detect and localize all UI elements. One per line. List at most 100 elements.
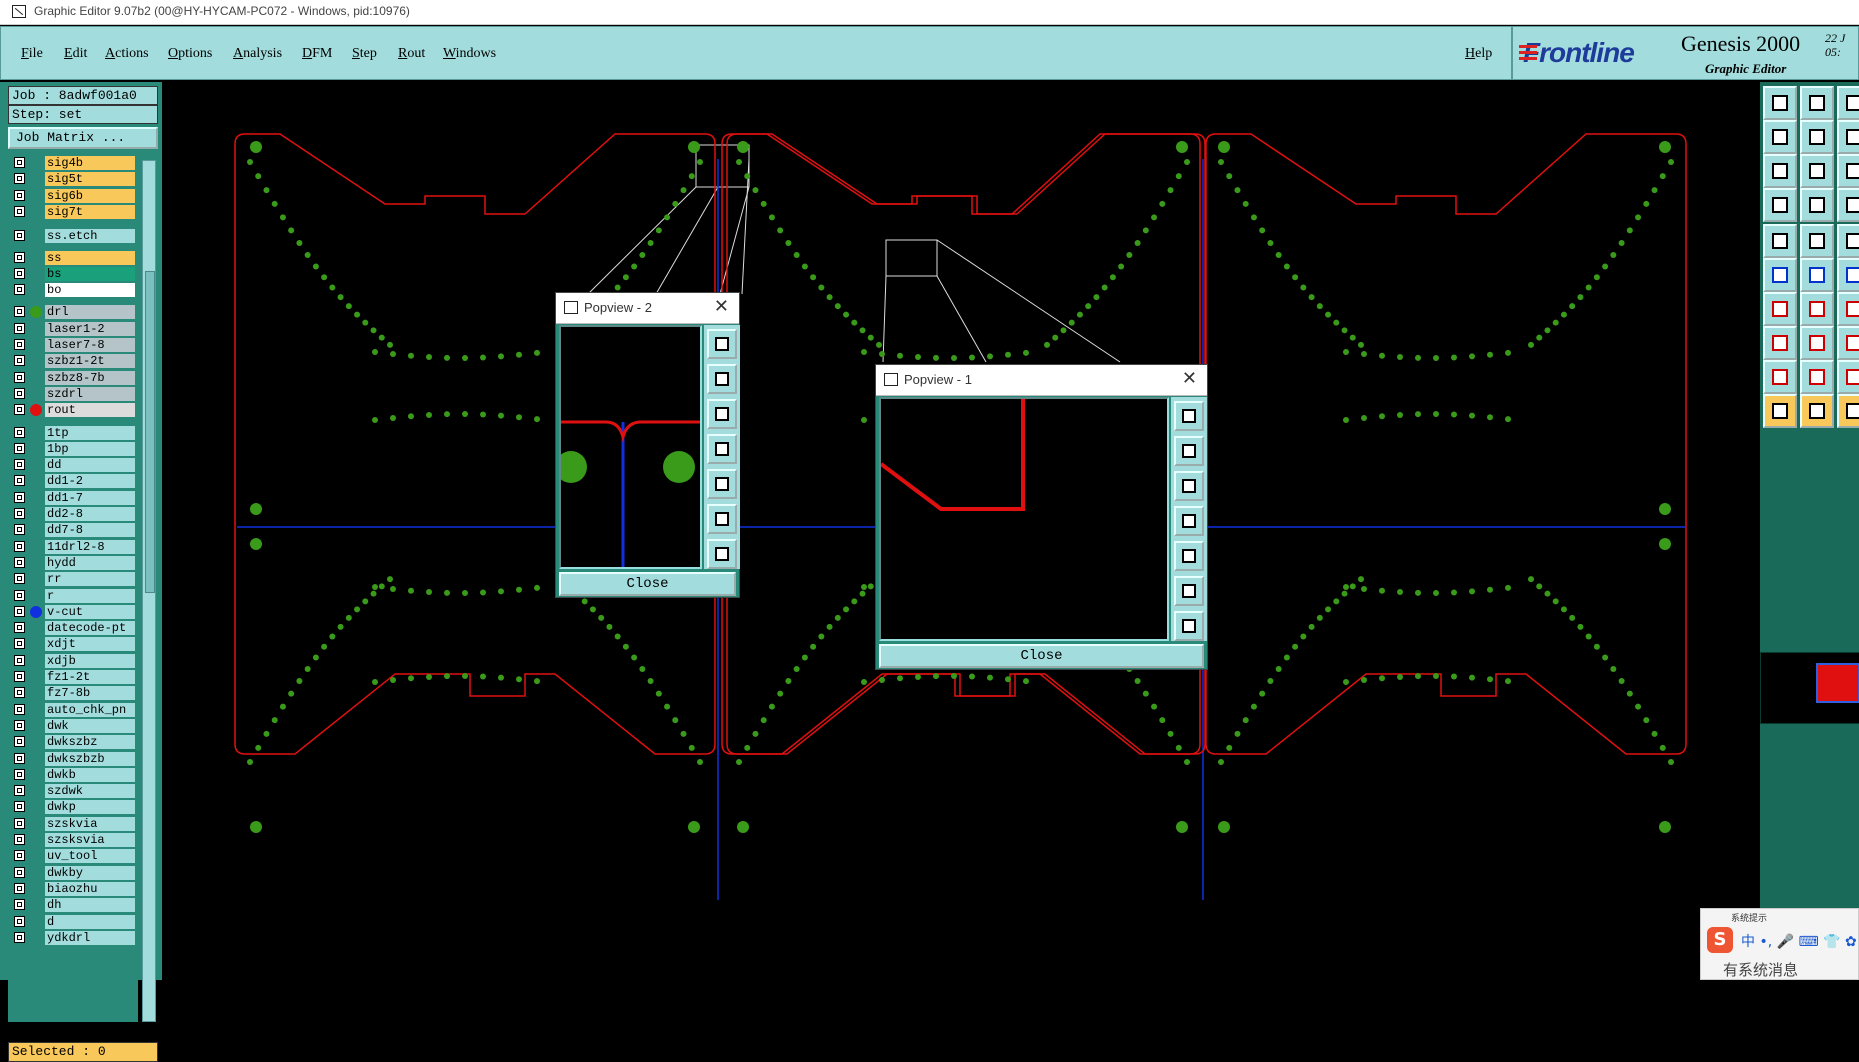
layer-row[interactable]: dwkb	[8, 767, 138, 782]
layer-checkbox[interactable]	[14, 355, 25, 367]
layer-checkbox[interactable]	[14, 866, 25, 878]
layer-checkbox[interactable]	[14, 491, 25, 503]
layer-checkbox[interactable]	[14, 638, 25, 650]
layer-name[interactable]: dwkby	[45, 865, 135, 880]
layer-row[interactable]: dwk	[8, 718, 138, 733]
layer-name[interactable]: 1bp	[45, 441, 135, 456]
layer-checkbox[interactable]	[14, 267, 25, 279]
popview-2-close-button[interactable]: Close	[559, 572, 736, 596]
layer-name[interactable]: v-cut	[45, 604, 135, 619]
menu-dfm[interactable]: DFM	[302, 46, 332, 62]
layer-row[interactable]: 1tp	[8, 425, 138, 440]
layer-name[interactable]: dd7-8	[45, 523, 135, 538]
popview-2-titlebar[interactable]: Popview - 2 ✕	[556, 293, 739, 324]
layer-row[interactable]: ydkdrl	[8, 930, 138, 945]
layer-checkbox[interactable]	[14, 540, 25, 552]
layer-row[interactable]: dd7-8	[8, 523, 138, 538]
layer-checkbox[interactable]	[14, 768, 25, 780]
layer-checkbox[interactable]	[14, 475, 25, 487]
layer-row[interactable]: rout	[8, 403, 138, 418]
tool-button-icon[interactable]	[1763, 120, 1797, 154]
pv2-zoom-in-icon[interactable]	[707, 504, 737, 534]
layer-name[interactable]: r	[45, 588, 135, 603]
layer-row[interactable]: rr	[8, 572, 138, 587]
layer-name[interactable]: dd	[45, 458, 135, 473]
close-icon[interactable]: ✕	[714, 296, 729, 317]
layer-checkbox[interactable]	[14, 157, 25, 168]
tool-button-icon[interactable]	[1800, 360, 1834, 394]
menu-rout[interactable]: Rout	[398, 46, 425, 62]
layer-name[interactable]: szbz1-2t	[45, 354, 135, 369]
layer-row[interactable]: d	[8, 914, 138, 929]
system-notification[interactable]: 系统提示 S 中 •, 🎤 ⌨ 👕 ✿ 有系统消息	[1700, 908, 1859, 980]
layer-checkbox[interactable]	[14, 719, 25, 731]
tool-button-icon[interactable]	[1800, 224, 1834, 258]
layer-name[interactable]: ss.etch	[45, 229, 135, 244]
tool-button-icon[interactable]	[1837, 258, 1859, 292]
layer-name[interactable]: sig6b	[45, 188, 135, 203]
tool-button-icon[interactable]	[1763, 224, 1797, 258]
ime-toolbar[interactable]: 中 •, 🎤 ⌨ 👕 ✿	[1741, 931, 1857, 951]
layer-name[interactable]: sig4b	[45, 156, 135, 170]
layer-checkbox[interactable]	[14, 785, 25, 797]
ime-logo-icon[interactable]: S	[1707, 927, 1733, 953]
layer-row[interactable]: dwkp	[8, 800, 138, 815]
layer-row[interactable]: sig6b	[8, 188, 138, 203]
popview-1-window[interactable]: Popview - 1 ✕ Close	[875, 364, 1208, 670]
pv2-zoom-fit-icon[interactable]	[707, 329, 737, 359]
layer-row[interactable]: dd	[8, 458, 138, 473]
layer-name[interactable]: hydd	[45, 555, 135, 570]
layer-name[interactable]: bo	[45, 283, 135, 298]
layer-checkbox[interactable]	[14, 404, 25, 416]
layer-checkbox[interactable]	[14, 801, 25, 813]
layer-name[interactable]: dd1-2	[45, 474, 135, 489]
layer-name[interactable]: bs	[45, 266, 135, 281]
layer-checkbox[interactable]	[14, 703, 25, 715]
tool-button-icon[interactable]	[1800, 120, 1834, 154]
layer-checkbox[interactable]	[14, 339, 25, 350]
layer-checkbox[interactable]	[14, 622, 25, 634]
layer-checkbox[interactable]	[14, 387, 25, 399]
layer-checkbox[interactable]	[14, 442, 25, 454]
layer-row[interactable]: 11drl2-8	[8, 539, 138, 554]
tool-button-icon[interactable]	[1837, 394, 1859, 428]
layer-row[interactable]: szdrl	[8, 386, 138, 401]
tool-button-icon[interactable]	[1800, 394, 1834, 428]
pv2-zoom-out-icon[interactable]	[707, 539, 737, 569]
tool-button-icon[interactable]	[1837, 86, 1859, 120]
menu-edit[interactable]: Edit	[64, 46, 87, 62]
layer-name[interactable]: dh	[45, 898, 135, 913]
layer-row[interactable]: hydd	[8, 555, 138, 570]
popview-2-canvas[interactable]	[555, 325, 702, 569]
layer-name[interactable]: szsksvia	[45, 833, 135, 847]
tool-button-icon[interactable]	[1763, 86, 1797, 120]
layer-checkbox[interactable]	[14, 556, 25, 568]
pv1-pan-up-icon[interactable]	[1174, 436, 1204, 466]
close-icon[interactable]: ✕	[1182, 368, 1197, 389]
layer-name[interactable]: fz7-8b	[45, 686, 135, 701]
layer-row[interactable]: xdjt	[8, 637, 138, 652]
layer-row[interactable]: dh	[8, 898, 138, 913]
layer-row[interactable]: szbz1-2t	[8, 354, 138, 369]
layer-row[interactable]: biaozhu	[8, 881, 138, 896]
tool-button-icon[interactable]	[1763, 360, 1797, 394]
tool-button-icon[interactable]	[1763, 292, 1797, 326]
layer-row[interactable]: drl	[8, 305, 138, 320]
pv2-pan-up-icon[interactable]	[707, 364, 737, 394]
layer-checkbox[interactable]	[14, 931, 25, 943]
layer-name[interactable]: xdjt	[45, 637, 135, 652]
layer-row[interactable]: v-cut	[8, 604, 138, 619]
layer-checkbox[interactable]	[14, 915, 25, 927]
job-matrix-button[interactable]: Job Matrix ...	[8, 127, 158, 149]
mini-overview[interactable]	[1760, 652, 1859, 724]
pv1-pan-right-icon[interactable]	[1174, 541, 1204, 571]
layer-checkbox[interactable]	[14, 752, 25, 764]
layer-checkbox[interactable]	[14, 654, 25, 666]
layer-checkbox[interactable]	[14, 573, 25, 585]
layer-name[interactable]: fz1-2t	[45, 670, 135, 684]
layer-row[interactable]: szbz8-7b	[8, 370, 138, 385]
layer-name[interactable]: d	[45, 914, 135, 929]
layer-name[interactable]: dwkp	[45, 800, 135, 815]
layer-name[interactable]: biaozhu	[45, 881, 135, 896]
layer-checkbox[interactable]	[14, 834, 25, 845]
